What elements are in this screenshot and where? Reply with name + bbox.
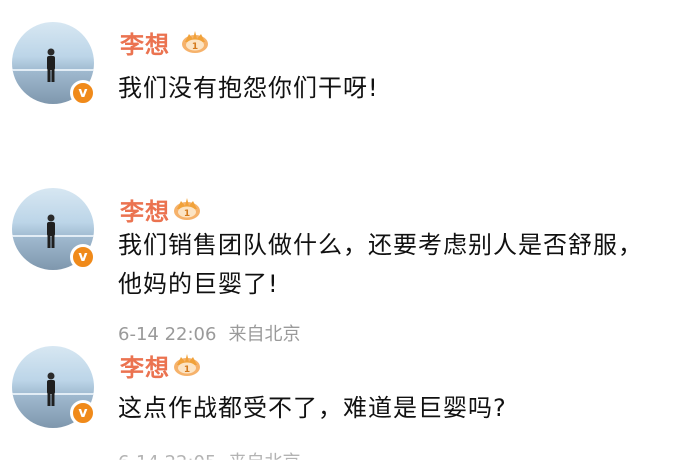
crown-icon: 1 <box>174 354 200 376</box>
comment-meta: 6-14 22:06 来自北京 <box>118 320 300 346</box>
username[interactable]: 李想 <box>120 348 170 383</box>
crown-icon: 1 <box>174 198 200 220</box>
comment-text-line: 我们销售团队做什么，还要考虑别人是否舒服， <box>118 231 643 259</box>
svg-text:1: 1 <box>192 42 198 52</box>
verified-badge-icon: v <box>70 80 96 106</box>
comment-time: 6-14 22:05 <box>118 452 217 473</box>
svg-text:1: 1 <box>184 209 190 219</box>
username[interactable]: 李想 <box>120 192 170 227</box>
comment-text: 我们销售团队做什么，还要考虑别人是否舒服， 他妈的巨婴了! <box>118 226 643 304</box>
comment-text: 这点作战都受不了，难道是巨婴吗? <box>118 389 507 428</box>
comment-text-line: 这点作战都受不了，难道是巨婴吗? <box>118 394 507 422</box>
comment-text: 我们没有抱怨你们干呀! <box>118 69 379 108</box>
verified-badge-icon: v <box>70 244 96 270</box>
crown-icon: 1 <box>182 31 208 53</box>
comment-text-line: 我们没有抱怨你们干呀! <box>118 74 379 102</box>
verified-badge-icon: v <box>70 400 96 426</box>
comment-location: 来自北京 <box>228 452 301 473</box>
comment-location: 来自北京 <box>228 324 301 345</box>
username[interactable]: 李想 <box>120 25 170 60</box>
comment-text-line: 他妈的巨婴了! <box>118 270 279 298</box>
svg-text:1: 1 <box>184 365 190 375</box>
comment-time: 6-14 22:06 <box>118 324 217 345</box>
comment-meta: 6-14 22:05 来自北京 <box>118 448 301 473</box>
